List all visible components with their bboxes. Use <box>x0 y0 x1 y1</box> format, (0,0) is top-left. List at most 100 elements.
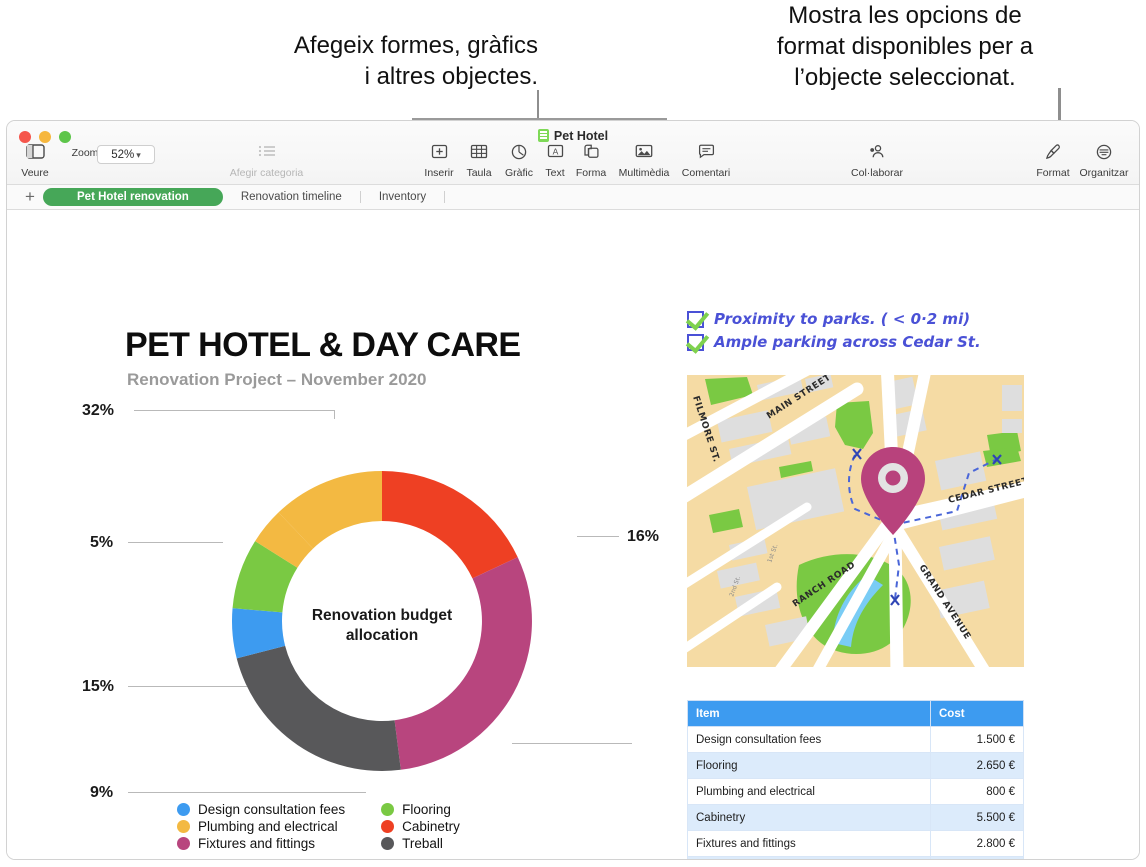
legend-column-left: Design consultation fees Plumbing and el… <box>177 802 345 851</box>
donut-label-9pct: 9% <box>90 784 114 801</box>
document-title-text: Pet Hotel <box>553 129 609 143</box>
table-cell-item[interactable]: Fixtures and fittings <box>687 830 931 857</box>
table-cell-item[interactable]: Treball <box>687 856 931 859</box>
checklist-label: Ample parking across Cedar St. <box>714 333 981 351</box>
table-row[interactable]: Plumbing and electrical 800 € <box>687 778 1024 805</box>
table-row[interactable]: Treball 4.000 € <box>687 856 1024 859</box>
donut-center-line2: allocation <box>345 627 419 644</box>
checklist-item: Proximity to parks. ( < 0·2 mi) <box>687 310 1032 329</box>
chevron-down-icon: ▾ <box>136 150 141 160</box>
table-cell-cost[interactable]: 5.500 € <box>930 804 1024 831</box>
numbers-doc-icon <box>537 129 549 142</box>
leader-16pct <box>577 536 619 537</box>
location-map-image[interactable]: FILMORE ST. MAIN STREET CEDAR STREET GRA… <box>687 375 1024 667</box>
legend-label: Fixtures and fittings <box>198 836 316 851</box>
checkbox-checked-icon <box>687 311 704 328</box>
chart-legend: Design consultation fees Plumbing and el… <box>177 802 460 851</box>
toolbar-afegir-categoria-label: Afegir categoria <box>229 167 304 179</box>
table-row[interactable]: Flooring 2.650 € <box>687 752 1024 779</box>
collaborate-person-icon <box>839 144 915 165</box>
legend-label: Design consultation fees <box>198 802 346 817</box>
legend-item: Fixtures and fittings <box>177 836 345 851</box>
legend-column-right: Flooring Cabinetry Treball <box>381 802 460 851</box>
document-title: Pet Hotel <box>7 129 1139 143</box>
donut-label-16pct: 16% <box>627 528 660 545</box>
legend-label: Cabinetry <box>402 819 460 834</box>
sheet-canvas[interactable]: PET HOTEL & DAY CARE Renovation Project … <box>7 210 1139 859</box>
table-header-item[interactable]: Item <box>687 700 931 727</box>
leader-9pct <box>128 792 366 793</box>
table-cell-cost[interactable]: 2.650 € <box>930 752 1024 779</box>
table-row[interactable]: Cabinetry 5.500 € <box>687 804 1024 831</box>
sheet-tab-renovation-timeline[interactable]: Renovation timeline <box>223 188 360 206</box>
handwritten-checklist: Proximity to parks. ( < 0·2 mi) Ample pa… <box>687 310 1032 356</box>
budget-donut-chart[interactable]: Renovation budget allocation 5% 32% 15% … <box>82 402 682 846</box>
comment-icon <box>671 144 741 165</box>
table-cell-cost[interactable]: 2.800 € <box>930 830 1024 857</box>
leader-15pct <box>128 686 247 687</box>
table-cell-item[interactable]: Cabinetry <box>687 804 931 831</box>
leader-23pct <box>512 743 632 744</box>
toolbar-collaborar[interactable]: Col·laborar <box>839 143 915 180</box>
tab-divider <box>444 191 446 203</box>
legend-swatch-icon <box>381 803 395 816</box>
table-cell-item[interactable]: Design consultation fees <box>687 726 931 753</box>
legend-label: Plumbing and electrical <box>198 819 338 834</box>
zoom-select[interactable]: 52% ▾ <box>97 145 155 164</box>
legend-swatch-icon <box>177 837 190 850</box>
slice-fixtures <box>394 557 532 770</box>
legend-label: Flooring <box>402 802 451 817</box>
legend-item: Plumbing and electrical <box>177 819 345 834</box>
map-svg: FILMORE ST. MAIN STREET CEDAR STREET GRA… <box>687 375 1024 667</box>
window-titlebar: Pet Hotel Veure 52% ▾ Zoom Afegir catego… <box>7 121 1139 185</box>
callout-insert-objects: Afegeix formes, gràfics i altres objecte… <box>293 32 538 90</box>
add-sheet-button[interactable]: + <box>17 188 43 206</box>
sheet-tab-inventory[interactable]: Inventory <box>361 188 444 206</box>
sheet-tab-pet-hotel-renovation[interactable]: Pet Hotel renovation <box>43 188 223 206</box>
table-cell-item[interactable]: Flooring <box>687 752 931 779</box>
page-subtitle: Renovation Project – November 2020 <box>127 370 427 389</box>
toolbar-zoom[interactable]: 52% ▾ Zoom <box>49 143 155 164</box>
page-title: PET HOTEL & DAY CARE <box>125 326 521 364</box>
cost-table[interactable]: Item Cost Design consultation fees 1.500… <box>687 700 1024 859</box>
table-cell-cost[interactable]: 800 € <box>930 778 1024 805</box>
leader-32pct <box>134 410 334 411</box>
table-cell-cost[interactable]: 4.000 € <box>930 856 1024 859</box>
toolbar-veure-label: Veure <box>21 167 49 179</box>
callout-format-options: Mostra les opcions de format disponibles… <box>776 2 1034 91</box>
callout-insert-leader-line <box>537 90 539 120</box>
legend-swatch-icon <box>381 820 395 833</box>
toolbar-comentari-label: Comentari <box>681 167 731 179</box>
legend-item: Flooring <box>381 802 460 817</box>
list-icon <box>209 144 324 165</box>
table-row[interactable]: Fixtures and fittings 2.800 € <box>687 830 1024 857</box>
leader-5pct <box>128 542 223 543</box>
arrange-icon <box>1071 144 1137 165</box>
svg-text:A: A <box>552 146 558 156</box>
donut-label-5pct: 5% <box>90 534 114 551</box>
table-cell-cost[interactable]: 1.500 € <box>930 726 1024 753</box>
table-cell-item[interactable]: Plumbing and electrical <box>687 778 931 805</box>
toolbar-multimedia-label: Multimèdia <box>618 167 670 179</box>
toolbar-comentari[interactable]: Comentari <box>671 143 741 180</box>
legend-swatch-icon <box>177 803 190 816</box>
toolbar-afegir-categoria[interactable]: Afegir categoria <box>209 143 324 180</box>
donut-center-label: Renovation budget allocation <box>282 606 482 646</box>
toolbar-multimedia[interactable]: Multimèdia <box>607 143 681 180</box>
donut-label-15pct: 15% <box>82 678 115 695</box>
cost-table-element[interactable]: Item Cost Design consultation fees 1.500… <box>687 700 1024 859</box>
table-header-cost[interactable]: Cost <box>930 700 1024 727</box>
media-image-icon <box>607 144 681 165</box>
leader-32pct-tick <box>334 410 335 419</box>
legend-item: Cabinetry <box>381 819 460 834</box>
checkbox-checked-icon <box>687 334 704 351</box>
toolbar: Veure 52% ▾ Zoom Afegir categoria Inseri… <box>7 143 1139 185</box>
legend-swatch-icon <box>177 820 190 833</box>
table-row[interactable]: Design consultation fees 1.500 € <box>687 726 1024 753</box>
toolbar-collaborar-label: Col·laborar <box>851 167 903 179</box>
checklist-item: Ample parking across Cedar St. <box>687 333 1032 352</box>
legend-label: Treball <box>402 836 443 851</box>
numbers-app-window: Pet Hotel Veure 52% ▾ Zoom Afegir catego… <box>6 120 1140 860</box>
toolbar-organitzar[interactable]: Organitzar <box>1071 143 1137 180</box>
slice-treball <box>236 645 401 771</box>
